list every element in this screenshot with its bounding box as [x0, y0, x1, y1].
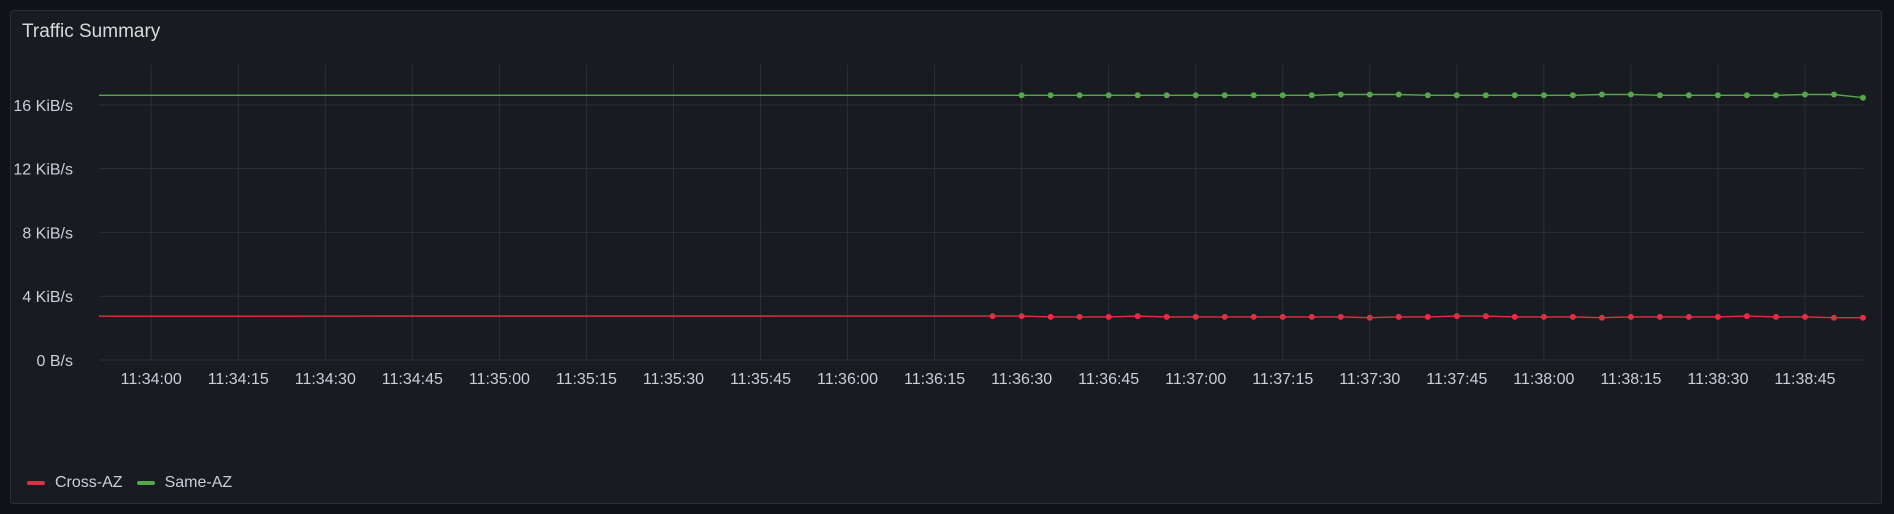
legend-item-cross-az[interactable]: Cross-AZ: [27, 474, 123, 492]
data-point-cross-az: [1192, 313, 1199, 320]
x-tick-label: 11:37:30: [1339, 371, 1400, 388]
data-point-same-az: [1424, 92, 1431, 99]
data-point-cross-az: [1163, 313, 1170, 320]
data-point-cross-az: [1743, 313, 1750, 320]
x-tick-label: 11:34:45: [382, 371, 443, 388]
data-point-same-az: [1569, 92, 1576, 99]
data-point-cross-az: [1453, 313, 1460, 320]
data-point-cross-az: [1773, 313, 1779, 320]
data-point-same-az: [1860, 94, 1866, 101]
data-point-same-az: [1221, 92, 1228, 99]
data-point-cross-az: [1424, 313, 1431, 320]
series-line-same-az: [98, 93, 1864, 99]
data-point-cross-az: [1714, 313, 1721, 320]
y-tick-label: 4 KiB/s: [22, 289, 73, 306]
data-point-cross-az: [1076, 313, 1083, 320]
x-tick-label: 11:38:00: [1513, 371, 1574, 388]
data-point-same-az: [1018, 92, 1025, 99]
x-tick-label: 11:35:45: [730, 371, 791, 388]
data-point-same-az: [1482, 92, 1489, 99]
x-tick-label: 11:35:15: [556, 371, 617, 388]
data-point-cross-az: [1656, 313, 1663, 320]
legend-label-cross-az: Cross-AZ: [55, 474, 123, 491]
legend-swatch-cross-az: [27, 481, 45, 485]
data-point-cross-az: [1831, 314, 1837, 321]
series-line-cross-az: [98, 315, 1863, 319]
x-tick-label: 11:36:30: [991, 371, 1052, 388]
data-point-same-az: [1685, 92, 1692, 99]
data-point-same-az: [1511, 92, 1518, 99]
x-tick-label: 11:37:15: [1252, 371, 1313, 388]
data-point-cross-az: [1482, 313, 1489, 320]
data-point-same-az: [1366, 91, 1373, 98]
y-tick-label: 12 KiB/s: [13, 162, 73, 179]
x-tick-label: 11:37:00: [1165, 371, 1226, 388]
data-point-same-az: [1279, 92, 1286, 99]
data-point-cross-az: [1511, 313, 1518, 320]
data-point-cross-az: [1627, 313, 1634, 320]
legend-item-same-az[interactable]: Same-AZ: [136, 474, 233, 492]
data-point-cross-az: [1685, 313, 1692, 320]
data-point-cross-az: [1250, 313, 1257, 320]
data-point-same-az: [1163, 92, 1170, 99]
data-point-same-az: [1598, 91, 1605, 98]
x-tick-label: 11:34:30: [295, 371, 356, 388]
data-point-same-az: [1627, 91, 1634, 98]
data-point-cross-az: [989, 313, 996, 320]
traffic-summary-panel: Traffic Summary 0 B/s 4 KiB/s 8 KiB/s 12 Ki…: [10, 10, 1882, 504]
x-tick-label: 11:36:15: [904, 371, 965, 388]
data-point-same-az: [1714, 92, 1721, 99]
data-point-same-az: [1250, 92, 1257, 99]
data-point-same-az: [1076, 92, 1083, 99]
data-point-cross-az: [1047, 313, 1054, 320]
data-point-cross-az: [1395, 313, 1402, 320]
data-point-cross-az: [1134, 313, 1141, 320]
data-point-same-az: [1656, 92, 1663, 99]
data-point-cross-az: [1569, 313, 1576, 320]
x-tick-label: 11:36:00: [817, 371, 878, 388]
data-point-same-az: [1047, 92, 1054, 99]
chart-legend: Cross-AZ Same-AZ: [27, 474, 232, 492]
x-tick-label: 11:38:30: [1687, 371, 1748, 388]
x-tick-label: 11:38:15: [1600, 371, 1661, 388]
data-point-cross-az: [1540, 313, 1547, 320]
data-point-same-az: [1105, 92, 1112, 99]
x-tick-label: 11:37:45: [1426, 371, 1487, 388]
data-point-cross-az: [1337, 313, 1344, 320]
data-point-cross-az: [1860, 314, 1866, 321]
data-point-same-az: [1453, 92, 1460, 99]
data-point-cross-az: [1366, 314, 1373, 321]
x-tick-label: 11:35:00: [469, 371, 530, 388]
legend-label-same-az: Same-AZ: [164, 474, 233, 491]
data-point-cross-az: [1018, 313, 1025, 320]
y-tick-label: 16 KiB/s: [13, 98, 73, 115]
data-point-same-az: [1802, 91, 1808, 98]
data-point-cross-az: [1308, 313, 1315, 320]
traffic-chart: 0 B/s 4 KiB/s 8 KiB/s 12 KiB/s 16 KiB/s 11:34…: [13, 65, 1866, 388]
data-point-same-az: [1831, 91, 1837, 98]
data-point-cross-az: [1279, 313, 1286, 320]
x-tick-label: 11:34:00: [121, 371, 182, 388]
x-tick-label: 11:38:45: [1774, 371, 1835, 388]
x-tick-label: 11:36:45: [1078, 371, 1139, 388]
y-tick-label: 8 KiB/s: [22, 225, 73, 242]
x-tick-label: 11:34:15: [208, 371, 269, 388]
data-point-same-az: [1134, 92, 1141, 99]
data-point-cross-az: [1802, 313, 1808, 320]
data-point-same-az: [1337, 91, 1344, 98]
data-point-same-az: [1540, 92, 1547, 99]
data-point-cross-az: [1105, 313, 1112, 320]
legend-swatch-same-az: [136, 481, 155, 485]
data-point-same-az: [1192, 92, 1199, 99]
y-tick-label: 0 B/s: [37, 353, 73, 370]
x-tick-label: 11:35:30: [643, 371, 704, 388]
data-point-same-az: [1308, 92, 1315, 99]
data-point-same-az: [1743, 92, 1750, 99]
data-point-cross-az: [1598, 314, 1605, 321]
data-point-cross-az: [1221, 313, 1228, 320]
data-point-same-az: [1773, 92, 1779, 99]
data-point-same-az: [1395, 91, 1402, 98]
